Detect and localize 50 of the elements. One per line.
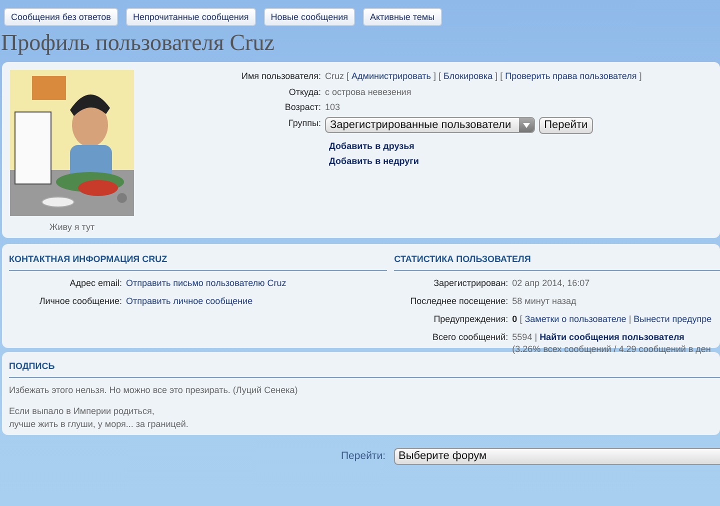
note-text: (3.26% всех сообщений / 4.29 сообщений в ден <box>512 342 711 354</box>
value-text: ] [ <box>495 71 503 81</box>
caret-icon <box>523 122 530 128</box>
value-text: [ <box>520 314 522 324</box>
avatar-caption: Живу я тут <box>49 221 95 234</box>
jump-label: Перейти: <box>341 448 386 464</box>
value-text: 58 минут назад <box>512 296 576 306</box>
field-label: Всего сообщений: <box>431 330 510 344</box>
page-title: Профиль пользователя Cruz <box>1 29 276 57</box>
field-label: Откуда: <box>288 86 322 98</box>
nav-button[interactable]: Непрочитанные сообщения <box>126 8 256 26</box>
field-label: Предупреждения: <box>432 312 510 324</box>
nav-button[interactable]: Новые сообщения <box>264 8 355 26</box>
profile-link[interactable]: Отправить письмо пользователю Cruz <box>126 278 286 288</box>
value-text: ] [ <box>433 71 441 81</box>
field-label: Зарегистрирован: <box>432 276 510 288</box>
value-text: | <box>628 314 632 324</box>
value-text: с острова невезения <box>325 86 412 96</box>
nav-button[interactable]: Сообщения без ответов <box>4 8 118 26</box>
profile-link[interactable]: Найти сообщения пользователя <box>540 332 684 342</box>
field-label: Адрес email: <box>68 276 123 288</box>
group-select[interactable]: Зарегистрированные пользователи <box>325 117 536 133</box>
profile-link[interactable]: Заметки о пользователе <box>524 314 626 324</box>
profile-link[interactable]: Добавить в недруги <box>329 155 419 167</box>
forum-select[interactable]: Выберите форум <box>394 448 720 465</box>
profile-link[interactable]: Вынести предупре <box>634 314 712 324</box>
signature-text: Если выпало в Империи родиться, <box>9 404 156 418</box>
profile-link[interactable]: Блокировка <box>444 71 493 81</box>
value-text: ] <box>639 71 642 81</box>
field-label: Последнее посещение: <box>409 294 510 306</box>
profile-link[interactable]: Администрировать <box>352 71 431 81</box>
field-label: Личное сообщение: <box>38 294 123 306</box>
field-label: Имя пользователя: <box>240 70 322 82</box>
value-text: Cruz [ <box>325 71 350 81</box>
value-text: 0 <box>512 314 518 324</box>
signature-text: лучше жить в глуши, у моря... за границей. <box>9 418 190 430</box>
signature-text: Избежать этого нельзя. Но можно все это презирать. (Луций Сенека) <box>9 384 299 396</box>
value-text: 5594 | <box>512 332 538 342</box>
section-title: КОНТАКТНАЯ ИНФОРМАЦИЯ CRUZ <box>9 253 388 270</box>
value-text: 103 <box>325 102 340 112</box>
value-text: 02 апр 2014, 16:07 <box>512 278 590 288</box>
field-label: Возраст: <box>284 101 322 113</box>
profile-link[interactable]: Проверить права пользователя <box>505 71 637 81</box>
go-button[interactable]: Перейти <box>539 116 593 134</box>
section-title: СТАТИСТИКА ПОЛЬЗОВАТЕЛЯ <box>394 253 720 270</box>
nav-button[interactable]: Активные темы <box>362 8 442 26</box>
section-title: ПОДПИСЬ <box>9 360 720 378</box>
profile-link[interactable]: Добавить в друзья <box>329 140 414 152</box>
profile-link[interactable]: Отправить личное сообщение <box>126 296 253 306</box>
field-label: Группы: <box>288 116 322 130</box>
